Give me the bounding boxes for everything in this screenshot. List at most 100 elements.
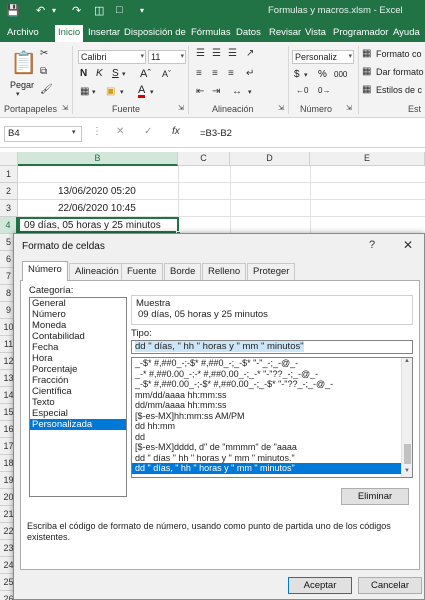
currency-dropdown-icon[interactable]: ▾ xyxy=(304,71,308,79)
category-item[interactable]: Porcentaje xyxy=(30,364,126,375)
category-item[interactable]: Moneda xyxy=(30,320,126,331)
format-as-table-icon[interactable]: ▦ xyxy=(362,66,371,77)
italic-icon[interactable]: K xyxy=(96,68,103,79)
increase-decimal-icon[interactable]: ←0 xyxy=(296,86,308,95)
row-header[interactable]: 1 xyxy=(0,166,18,183)
wrap-text-icon[interactable]: ↵ xyxy=(246,68,254,79)
font-launcher-icon[interactable]: ⇲ xyxy=(178,104,184,112)
percent-button[interactable]: % xyxy=(318,69,327,80)
format-code-item[interactable]: dd " días, " hh " horas y " mm " minutos… xyxy=(132,463,412,474)
cell-b2[interactable]: 13/06/2020 05:20 xyxy=(58,186,136,197)
format-code-item[interactable]: dd " días " hh " horas y " mm " minutos.… xyxy=(132,453,412,464)
underline-icon[interactable]: S xyxy=(112,68,119,79)
alignment-launcher-icon[interactable]: ⇲ xyxy=(278,104,284,112)
tab-numero[interactable]: Número xyxy=(22,261,68,281)
format-code-item[interactable]: [$-es-MX]dddd, d" de "mmmm" de "aaaa xyxy=(132,442,412,453)
tab-relleno[interactable]: Relleno xyxy=(202,263,247,280)
fill-dropdown-icon[interactable]: ▾ xyxy=(120,88,124,96)
paste-dropdown-icon[interactable]: ▾ xyxy=(16,90,20,98)
category-list[interactable]: General Número Moneda Contabilidad Fecha Hora… xyxy=(29,297,127,497)
undo-dropdown-icon[interactable]: ▾ xyxy=(52,6,56,15)
insert-function-icon[interactable]: fx xyxy=(172,126,180,137)
format-code-item[interactable]: dd hh:mm xyxy=(132,421,412,432)
format-code-item[interactable]: _-$* #,##0_-;-$* #,##0_-;_-$* "-"_-;_-@_… xyxy=(132,358,412,369)
category-item[interactable]: General xyxy=(30,298,126,309)
merge-center-icon[interactable]: ↔ xyxy=(232,86,242,97)
tab-archivo[interactable]: Archivo xyxy=(4,25,42,42)
select-all-corner[interactable] xyxy=(0,152,18,166)
ok-button[interactable]: Aceptar xyxy=(288,577,352,594)
bold-icon[interactable]: N xyxy=(80,68,87,79)
tab-datos[interactable]: Datos xyxy=(233,25,264,42)
type-input[interactable]: dd " días, " hh " horas y " mm " minutos… xyxy=(131,340,413,354)
format-code-item[interactable]: [$-es-MX]hh:mm:ss AM/PM xyxy=(132,411,412,422)
currency-button[interactable]: $ xyxy=(294,69,300,80)
customize-toolbar-icon[interactable]: ▾ xyxy=(140,6,144,15)
redo-icon[interactable]: ↷ xyxy=(72,4,81,17)
tab-programador[interactable]: Programador xyxy=(330,25,391,42)
tab-formulas[interactable]: Fórmulas xyxy=(188,25,234,42)
scroll-up-icon[interactable]: ▲ xyxy=(404,358,410,364)
decrease-font-icon[interactable]: Aˇ xyxy=(162,69,171,79)
cell-b4[interactable]: 09 días, 05 horas y 25 minutos xyxy=(24,220,161,231)
thousands-button[interactable]: 000 xyxy=(334,70,347,79)
tab-proteger[interactable]: Proteger xyxy=(247,263,296,280)
tab-disposicion[interactable]: Disposición de xyxy=(121,25,189,42)
help-button[interactable]: ? xyxy=(369,239,375,251)
orientation-icon[interactable]: ↗ xyxy=(246,48,254,59)
format-code-item[interactable]: mm/dd/aaaa hh:mm:ss xyxy=(132,390,412,401)
close-button[interactable]: ✕ xyxy=(403,238,413,252)
clipboard-launcher-icon[interactable]: ⇲ xyxy=(62,104,68,112)
align-left-icon[interactable]: ≡ xyxy=(196,68,202,79)
align-bottom-icon[interactable]: ☰ xyxy=(228,48,237,59)
format-code-item[interactable]: _-* #,##0.00_-;-* #,##0.00_-;_-* "-"??_-… xyxy=(132,369,412,380)
category-item[interactable]: Científica xyxy=(30,386,126,397)
increase-font-icon[interactable]: Aˆ xyxy=(140,68,151,80)
format-list-scrollbar[interactable]: ▲ ▼ xyxy=(401,358,412,477)
conditional-format-button[interactable]: Formato co xyxy=(376,49,422,59)
fill-color-icon[interactable]: ▣ xyxy=(106,86,115,97)
tab-ayuda[interactable]: Ayuda xyxy=(390,25,423,42)
column-header-c[interactable]: C xyxy=(178,152,230,166)
merge-dropdown-icon[interactable]: ▾ xyxy=(248,88,252,96)
category-item[interactable]: Personalizada xyxy=(30,419,126,430)
underline-dropdown-icon[interactable]: ▾ xyxy=(122,70,126,78)
number-launcher-icon[interactable]: ⇲ xyxy=(346,104,352,112)
decrease-indent-icon[interactable]: ⇤ xyxy=(196,86,204,97)
column-header-d[interactable]: D xyxy=(230,152,310,166)
category-item[interactable]: Fracción xyxy=(30,375,126,386)
paste-button[interactable]: Pegar xyxy=(10,80,34,90)
cancel-button[interactable]: Cancelar xyxy=(358,577,422,594)
category-item[interactable]: Contabilidad xyxy=(30,331,126,342)
tab-vista[interactable]: Vista xyxy=(302,25,329,42)
font-color-icon[interactable]: A xyxy=(138,85,146,98)
tab-inicio[interactable]: Inicio xyxy=(55,25,84,42)
row-header[interactable]: 2 xyxy=(0,183,18,200)
align-middle-icon[interactable]: ☰ xyxy=(212,48,221,59)
cell-styles-button[interactable]: Estilos de c xyxy=(376,85,422,95)
borders-dropdown-icon[interactable]: ▾ xyxy=(92,88,96,96)
tab-alineacion[interactable]: Alineación xyxy=(69,263,125,280)
format-code-item[interactable]: dd xyxy=(132,432,412,443)
scroll-thumb[interactable] xyxy=(404,444,411,464)
save-icon[interactable]: 💾 xyxy=(6,4,20,17)
cell-styles-icon[interactable]: ▦ xyxy=(362,84,371,95)
name-box[interactable]: B4 xyxy=(4,126,82,142)
cut-icon[interactable]: ✂ xyxy=(40,48,48,59)
copy-icon[interactable]: ⧉ xyxy=(40,66,47,77)
format-painter-icon[interactable]: 🖌 xyxy=(40,84,53,95)
category-item[interactable]: Número xyxy=(30,309,126,320)
category-item[interactable]: Hora xyxy=(30,353,126,364)
font-size-combo[interactable]: 11 ▾ xyxy=(148,50,186,64)
font-color-dropdown-icon[interactable]: ▾ xyxy=(150,88,154,96)
cell-b3[interactable]: 22/06/2020 10:45 xyxy=(58,203,136,214)
scroll-down-icon[interactable]: ▼ xyxy=(404,468,410,474)
column-header-e[interactable]: E xyxy=(310,152,425,166)
print-preview-icon[interactable]: ◫ xyxy=(94,4,104,17)
name-box-dropdown-icon[interactable]: ▾ xyxy=(72,128,76,136)
format-as-table-button[interactable]: Dar formato xyxy=(376,67,424,77)
tab-revisar[interactable]: Revisar xyxy=(266,25,304,42)
delete-button[interactable]: Eliminar xyxy=(341,488,409,505)
increase-indent-icon[interactable]: ⇥ xyxy=(212,86,220,97)
category-item[interactable]: Fecha xyxy=(30,342,126,353)
